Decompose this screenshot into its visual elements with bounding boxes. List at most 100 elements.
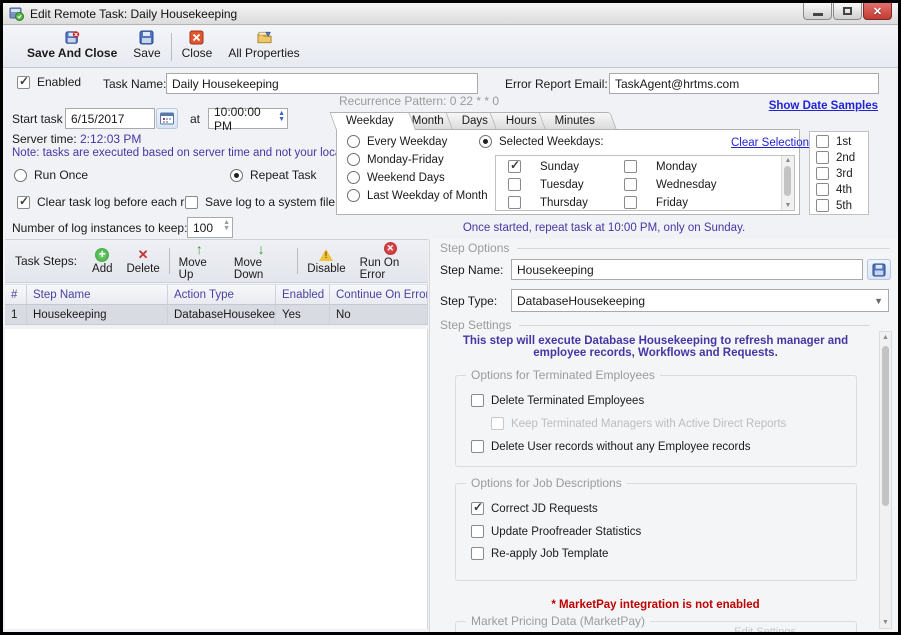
server-time-label: Server time:	[12, 132, 77, 146]
friday-row: Friday	[624, 196, 688, 209]
marketpay-group-label: Market Pricing Data (MarketPay)	[466, 614, 650, 628]
save-log-checkbox[interactable]	[185, 196, 198, 209]
enabled-checkbox[interactable]	[17, 76, 30, 89]
delete-terminated-label: Delete Terminated Employees	[491, 395, 644, 407]
monday-friday-radio[interactable]	[347, 153, 360, 166]
edit-settings-link[interactable]: Edit Settings	[734, 626, 796, 632]
close-window-button[interactable]: ✕	[863, 3, 892, 20]
at-label: at	[190, 112, 200, 126]
sunday-checkbox[interactable]	[508, 160, 521, 173]
tab-minutes[interactable]: Minutes	[545, 112, 617, 130]
log-keep-input[interactable]: 100 ▲▼	[187, 217, 233, 238]
all-properties-button[interactable]: All Properties	[220, 29, 307, 61]
col-step-name[interactable]: Step Name	[27, 284, 168, 305]
tab-weekday[interactable]: Weekday	[336, 112, 416, 130]
table-row[interactable]: 1 Housekeeping DatabaseHousekeepir Yes N…	[5, 305, 428, 325]
reapply-template-checkbox[interactable]	[471, 547, 484, 560]
ordinal-4th-checkbox[interactable]	[816, 183, 829, 196]
cell-num: 1	[5, 305, 27, 325]
ordinal-3rd-checkbox[interactable]	[816, 167, 829, 180]
run-once-radio[interactable]	[14, 169, 27, 182]
col-action-type[interactable]: Action Type	[168, 284, 276, 305]
thursday-label: Thursday	[540, 197, 588, 209]
step-settings-group-header: Step Settings	[440, 318, 870, 332]
clear-log-checkbox[interactable]	[17, 196, 30, 209]
error-email-input[interactable]: TaskAgent@hrtms.com	[609, 73, 879, 94]
close-button[interactable]: Close	[174, 29, 221, 61]
save-and-close-icon	[65, 30, 80, 45]
thursday-row: Thursday	[508, 196, 588, 209]
step-settings-scrollbar[interactable]: ▲ ▼	[879, 331, 892, 629]
monday-checkbox[interactable]	[624, 160, 637, 173]
add-step-button[interactable]: + Add	[85, 248, 119, 275]
delete-terminated-checkbox[interactable]	[471, 394, 484, 407]
step-name-value: Housekeeping	[517, 263, 594, 277]
step-options-label: Step Options	[440, 241, 509, 255]
close-label: Close	[182, 46, 213, 60]
save-button[interactable]: Save	[125, 29, 168, 61]
wednesday-row: Wednesday	[624, 178, 717, 191]
delete-step-button[interactable]: ✕ Delete	[120, 247, 167, 275]
ordinal-2nd-checkbox[interactable]	[816, 151, 829, 164]
step-name-input[interactable]: Housekeeping	[511, 259, 863, 280]
time-spinner[interactable]: ▲▼	[278, 111, 285, 123]
friday-checkbox[interactable]	[624, 196, 637, 209]
maximize-button[interactable]	[833, 3, 862, 20]
steps-table-header[interactable]: # Step Name Action Type Enabled Continue…	[5, 284, 428, 305]
weekend-days-radio[interactable]	[347, 171, 360, 184]
start-date-input[interactable]: 6/15/2017	[65, 108, 155, 129]
minimize-button[interactable]	[803, 3, 832, 20]
title-bar[interactable]: Edit Remote Task: Daily Housekeeping ✕	[3, 3, 898, 25]
all-properties-label: All Properties	[228, 46, 299, 60]
weekday-list-scrollbar[interactable]: ▲ ▼	[781, 156, 794, 210]
task-name-input[interactable]: Daily Housekeeping	[166, 73, 478, 94]
enabled-label: Enabled	[37, 75, 81, 89]
save-step-name-button[interactable]	[867, 259, 891, 280]
step-settings-info: This step will execute Database Housekee…	[443, 335, 868, 359]
ordinal-5th-checkbox[interactable]	[816, 199, 829, 212]
save-step-icon	[872, 263, 886, 277]
job-descriptions-group: Options for Job Descriptions Correct JD …	[455, 483, 857, 581]
every-weekday-radio[interactable]	[347, 135, 360, 148]
run-once-label: Run Once	[34, 168, 88, 182]
save-and-close-button[interactable]: Save And Close	[19, 29, 125, 61]
task-steps-label: Task Steps:	[15, 254, 77, 268]
start-time-input[interactable]: 10:00:00 PM ▲▼	[208, 108, 288, 129]
ordinal-4th-row: 4th	[816, 183, 852, 196]
col-enabled[interactable]: Enabled	[276, 284, 330, 305]
repeat-task-radio[interactable]	[230, 169, 243, 182]
move-down-button[interactable]: ↓ Move Down	[227, 241, 295, 281]
run-on-error-button[interactable]: ✕ Run On Error	[353, 241, 428, 281]
save-icon	[139, 30, 154, 45]
correct-jd-checkbox[interactable]	[471, 502, 484, 515]
show-date-samples-link[interactable]: Show Date Samples	[769, 100, 878, 112]
tuesday-checkbox[interactable]	[508, 178, 521, 191]
server-time-value: 2:12:03 PM	[80, 132, 141, 146]
update-proofreader-checkbox[interactable]	[471, 525, 484, 538]
col-continue-on-error[interactable]: Continue On Error	[330, 284, 428, 305]
clear-log-label: Clear task log before each run	[37, 195, 198, 209]
step-settings-label: Step Settings	[440, 318, 511, 332]
screenshot-frame: Edit Remote Task: Daily Housekeeping ✕ S…	[0, 0, 901, 635]
ordinal-1st-checkbox[interactable]	[816, 135, 829, 148]
delete-user-records-checkbox[interactable]	[471, 440, 484, 453]
cell-continue-on-error: No	[330, 305, 428, 325]
weekday-listbox: Sunday Tuesday Thursday Monday Wednesday…	[495, 155, 795, 211]
reapply-template-row: Re-apply Job Template	[471, 547, 608, 560]
clear-selection-link[interactable]: Clear Selection	[731, 137, 809, 149]
col-num[interactable]: #	[5, 284, 27, 305]
disable-step-button[interactable]: Disable	[300, 247, 352, 275]
selected-weekdays-radio[interactable]	[479, 135, 492, 148]
step-type-value: DatabaseHousekeeping	[517, 294, 645, 308]
wednesday-checkbox[interactable]	[624, 178, 637, 191]
step-type-select[interactable]: DatabaseHousekeeping ▼	[511, 289, 889, 312]
last-weekday-radio[interactable]	[347, 189, 360, 202]
save-log-row: Save log to a system file	[185, 195, 335, 209]
log-keep-spinner[interactable]: ▲▼	[223, 220, 230, 232]
sunday-label: Sunday	[540, 161, 579, 173]
move-up-button[interactable]: ↑ Move Up	[172, 241, 227, 281]
task-steps-toolbar: Task Steps: + Add ✕ Delete ↑ Move Up ↓ M…	[5, 239, 428, 283]
thursday-checkbox[interactable]	[508, 196, 521, 209]
properties-icon	[257, 30, 272, 45]
date-picker-button[interactable]	[156, 108, 178, 129]
